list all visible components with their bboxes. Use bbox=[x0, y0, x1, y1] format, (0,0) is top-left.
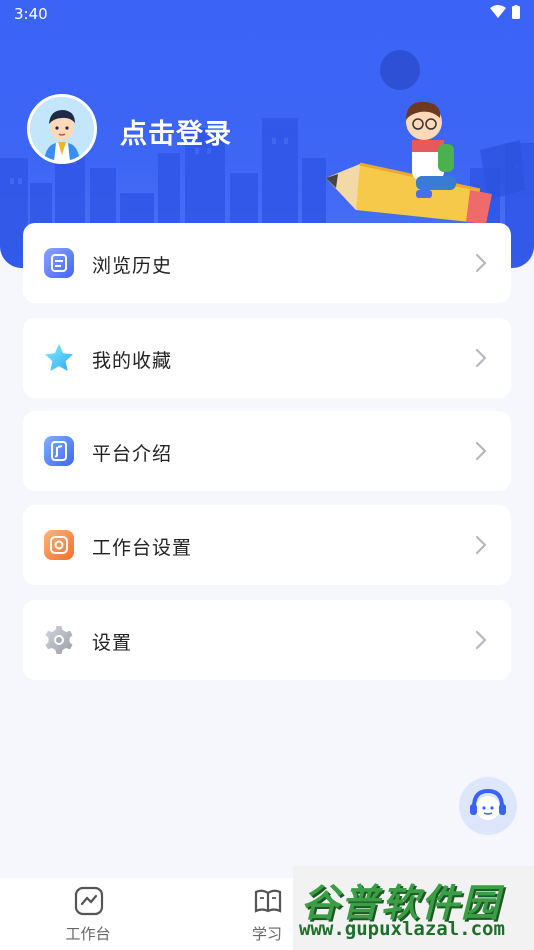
tab-label: 工作台 bbox=[65, 925, 111, 943]
status-bar: 3:40 bbox=[0, 0, 534, 28]
menu-item-label: 我的收藏 bbox=[92, 350, 173, 372]
site-watermark: 谷普软件园 www.gupuxlazal.com bbox=[293, 866, 534, 950]
menu-item-settings[interactable]: 设置 bbox=[23, 600, 511, 680]
headset-icon bbox=[470, 788, 506, 820]
menu-item-label: 设置 bbox=[92, 632, 133, 654]
customer-service-button[interactable] bbox=[459, 777, 517, 835]
menu-item-label: 浏览历史 bbox=[92, 255, 173, 277]
boy-on-pencil-illustration bbox=[326, 50, 525, 224]
chevron-right-icon bbox=[475, 535, 487, 555]
workbench-settings-icon bbox=[44, 530, 74, 560]
menu-item-label: 工作台设置 bbox=[92, 537, 193, 559]
menu-item-platform-intro[interactable]: 平台介绍 bbox=[23, 411, 511, 491]
platform-intro-icon bbox=[44, 436, 74, 466]
battery-icon bbox=[512, 5, 520, 19]
chevron-right-icon bbox=[475, 348, 487, 368]
star-icon bbox=[45, 344, 73, 371]
menu-item-workbench-settings[interactable]: 工作台设置 bbox=[23, 505, 511, 585]
watermark-url: www.gupuxlazal.com bbox=[299, 918, 505, 940]
avatar[interactable] bbox=[27, 94, 97, 164]
status-time: 3:40 bbox=[14, 5, 48, 23]
history-icon bbox=[44, 248, 74, 278]
menu-item-favorites[interactable]: 我的收藏 bbox=[23, 318, 511, 398]
chevron-right-icon bbox=[475, 630, 487, 650]
chevron-right-icon bbox=[475, 441, 487, 461]
chevron-right-icon bbox=[475, 253, 487, 273]
tab-workbench[interactable]: 工作台 bbox=[38, 878, 138, 950]
book-icon bbox=[254, 889, 282, 913]
status-icons bbox=[490, 5, 520, 19]
user-avatar-icon bbox=[30, 97, 94, 161]
menu-item-label: 平台介绍 bbox=[92, 443, 173, 465]
gear-icon bbox=[45, 626, 73, 654]
login-link[interactable]: 点击登录 bbox=[120, 112, 232, 151]
workbench-icon bbox=[74, 886, 104, 916]
menu-item-history[interactable]: 浏览历史 bbox=[23, 223, 511, 303]
wifi-icon bbox=[490, 5, 506, 18]
